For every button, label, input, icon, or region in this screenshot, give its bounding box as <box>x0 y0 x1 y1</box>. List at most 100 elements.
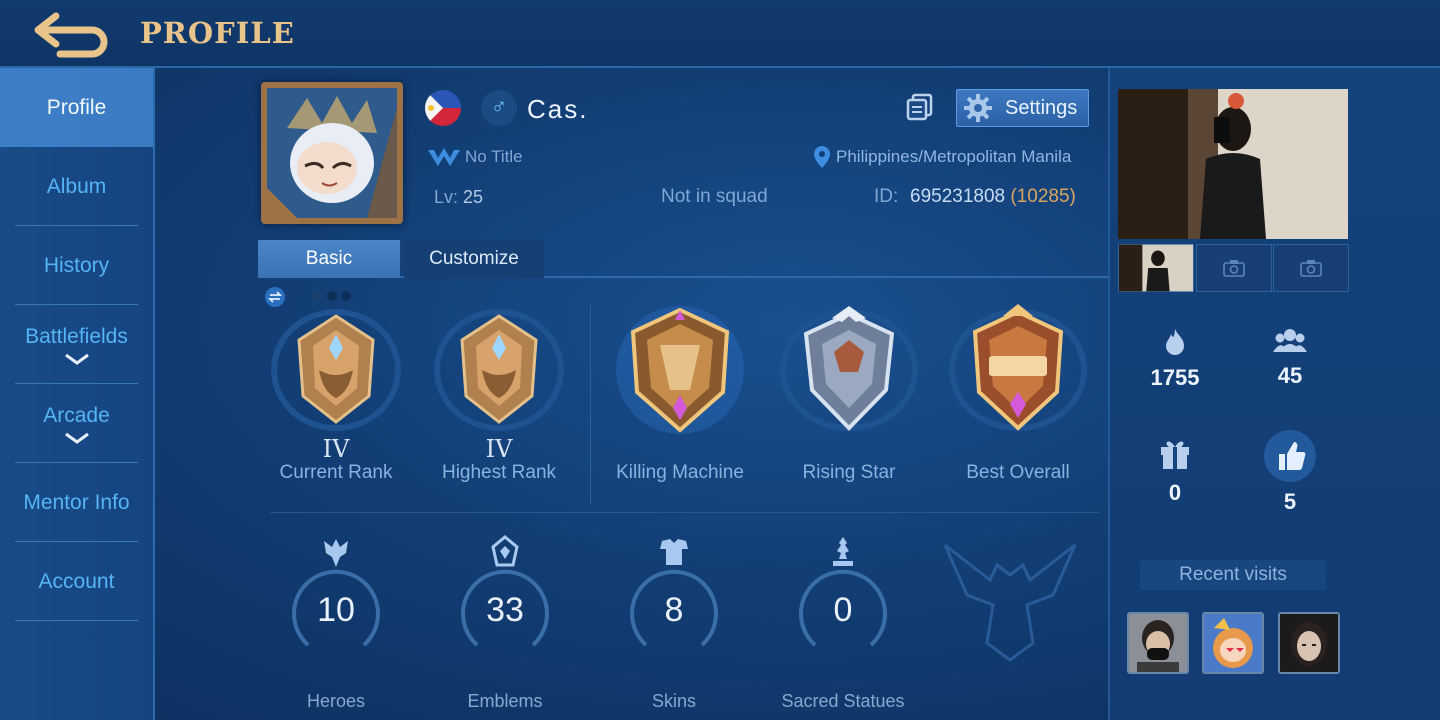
stat-label: Heroes <box>306 691 366 711</box>
mvp-badge-icon <box>949 304 1087 431</box>
stat-ring: 10 <box>288 565 384 661</box>
avatar-portrait-icon <box>267 88 397 218</box>
medal-highest-rank[interactable]: IV Highest Rank <box>414 300 584 484</box>
tab-basic[interactable]: Basic <box>258 240 400 278</box>
stat-emblems[interactable]: 33 Emblems <box>435 535 575 712</box>
medal-best-overall[interactable]: Best Overall <box>933 300 1103 484</box>
sidebar-item-battlefields[interactable]: Battlefields <box>0 305 153 384</box>
male-gender-icon: ♂ <box>481 90 517 126</box>
medal-label: Current Rank <box>279 462 393 483</box>
stat-value: 33 <box>486 591 524 629</box>
stat-popularity[interactable]: 1755 <box>1125 328 1225 391</box>
id-label: ID: <box>874 186 899 207</box>
recent-visits-title: Recent visits <box>1140 560 1326 590</box>
visitor-avatar[interactable] <box>1127 612 1189 674</box>
stat-gifts[interactable]: 0 <box>1125 435 1225 506</box>
stat-label: Skins <box>651 691 696 711</box>
location-pin-icon <box>814 146 830 168</box>
player-level: Lv: 25 <box>434 187 483 208</box>
stat-followers[interactable]: 45 <box>1240 328 1340 389</box>
medal-tier <box>933 436 1103 462</box>
stat-label: Emblems <box>467 691 543 711</box>
medal-tier <box>764 436 934 462</box>
squad-status: Not in squad <box>661 186 768 207</box>
skins-icon <box>660 539 688 565</box>
followers-value: 45 <box>1277 363 1303 388</box>
chevron-down-icon <box>64 432 89 444</box>
medal-tier <box>595 436 765 462</box>
emblem-icon <box>491 535 519 567</box>
profile-photo-image <box>1118 89 1348 239</box>
gear-icon <box>964 94 992 122</box>
medal-label: Killing Machine <box>616 462 744 483</box>
id-number: 695231808 <box>910 186 1006 207</box>
medal-killing-machine[interactable]: Killing Machine <box>595 300 765 484</box>
player-id: 695231808 (10285) <box>910 186 1076 208</box>
followers-icon <box>1273 329 1307 352</box>
profile-photo[interactable] <box>1118 89 1348 239</box>
server-id: (10285) <box>1010 186 1076 207</box>
avatar[interactable] <box>261 82 403 224</box>
visitor-avatar[interactable] <box>1202 612 1264 674</box>
player-location: Philippines/Metropolitan Manila <box>836 147 1072 166</box>
stat-sacred-statues[interactable]: 0 Sacred Statues <box>773 535 913 712</box>
rank-tier: IV <box>322 435 350 463</box>
visitor-avatar[interactable] <box>1278 612 1340 674</box>
gifts-value: 0 <box>1168 480 1182 505</box>
top-bar: PROFILE <box>0 0 1440 68</box>
add-photo-slot[interactable] <box>1273 244 1349 292</box>
sidebar: Profile Album History Battlefields Arcad… <box>0 68 155 720</box>
philippines-flag-icon <box>425 90 461 126</box>
sidebar-item-label: Battlefields <box>25 324 128 348</box>
gift-icon <box>1161 441 1189 469</box>
sidebar-item-label: Mentor Info <box>23 490 130 514</box>
divider <box>590 305 591 505</box>
thumbs-up-icon <box>1264 430 1316 482</box>
eagle-watermark-icon <box>943 543 1077 662</box>
sidebar-item-account[interactable]: Account <box>0 542 153 621</box>
medal-label: Highest Rank <box>441 462 557 483</box>
stat-likes[interactable]: 5 <box>1240 428 1340 515</box>
tab-customize[interactable]: Customize <box>404 240 544 278</box>
sidebar-item-label: Profile <box>46 95 107 119</box>
rising-star-badge-icon <box>780 306 918 431</box>
sidebar-item-mentor-info[interactable]: Mentor Info <box>0 463 153 542</box>
divider <box>270 512 1100 513</box>
rank-emblem-icon <box>271 309 401 431</box>
add-photo-slot[interactable] <box>1196 244 1272 292</box>
stat-heroes[interactable]: 10 Heroes <box>266 535 406 712</box>
settings-label: Settings <box>1005 96 1078 119</box>
copy-icon[interactable] <box>905 92 935 122</box>
sidebar-item-profile[interactable]: Profile <box>0 68 153 147</box>
player-name: Cas. <box>527 94 589 124</box>
visitor-avatar-image <box>1280 614 1338 672</box>
photo-thumbnail[interactable] <box>1118 244 1194 292</box>
stat-skins[interactable]: 8 Skins <box>604 535 744 712</box>
profile-tabs: Basic Customize <box>258 240 1108 278</box>
stat-ring: 33 <box>457 565 553 661</box>
rank-tier: IV <box>485 435 513 463</box>
chevron-down-icon <box>64 353 89 365</box>
medal-rising-star[interactable]: Rising Star <box>764 300 934 484</box>
settings-button[interactable]: Settings <box>956 89 1089 127</box>
level-value: 25 <box>463 187 484 207</box>
camera-icon <box>1300 260 1322 277</box>
stat-value: 10 <box>317 591 355 629</box>
medal-label: Best Overall <box>966 462 1070 483</box>
back-arrow-icon[interactable] <box>30 10 114 58</box>
player-title: No Title <box>465 147 523 166</box>
stat-label: Sacred Statues <box>781 691 905 711</box>
title-emblem-icon <box>428 148 460 166</box>
killing-machine-badge-icon <box>616 306 744 434</box>
sidebar-item-label: History <box>43 253 110 277</box>
sidebar-item-arcade[interactable]: Arcade <box>0 384 153 463</box>
sidebar-item-history[interactable]: History <box>0 226 153 305</box>
camera-icon <box>1223 260 1245 277</box>
sidebar-item-album[interactable]: Album <box>0 147 153 226</box>
page-title: PROFILE <box>140 16 295 50</box>
likes-value: 5 <box>1283 489 1297 514</box>
medal-current-rank[interactable]: IV Current Rank <box>251 300 421 484</box>
sidebar-item-label: Arcade <box>43 403 110 427</box>
visitor-avatar-image <box>1204 614 1262 672</box>
visitor-avatar-image <box>1129 614 1187 672</box>
